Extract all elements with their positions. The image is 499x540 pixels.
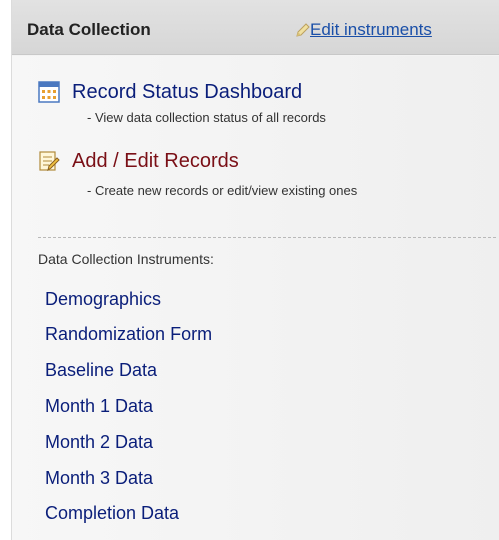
instrument-baseline-data[interactable]: Baseline Data xyxy=(45,360,157,381)
instrument-month-1-data[interactable]: Month 1 Data xyxy=(45,396,153,417)
add-edit-records-link[interactable]: Add / Edit Records xyxy=(72,150,239,173)
panel-header: Data Collection Edit instruments xyxy=(12,0,499,55)
table-grid-icon[interactable] xyxy=(38,81,60,103)
instrument-completion-data[interactable]: Completion Data xyxy=(45,503,179,524)
record-status-dashboard-link[interactable]: Record Status Dashboard xyxy=(72,81,302,104)
edit-document-icon[interactable] xyxy=(38,150,60,172)
instrument-month-3-data[interactable]: Month 3 Data xyxy=(45,468,153,489)
panel-title: Data Collection xyxy=(27,20,151,39)
panel-body: Record Status Dashboard - View data coll… xyxy=(12,56,499,540)
data-collection-panel: Data Collection Edit instruments Record … xyxy=(11,0,499,540)
instrument-month-2-data[interactable]: Month 2 Data xyxy=(45,432,153,453)
instrument-demographics[interactable]: Demographics xyxy=(45,289,161,310)
edit-instruments-link[interactable]: Edit instruments xyxy=(310,20,432,40)
instruments-section-label: Data Collection Instruments: xyxy=(38,251,214,267)
record-status-dashboard-description: - View data collection status of all rec… xyxy=(87,110,326,125)
add-edit-records-description: - Create new records or edit/view existi… xyxy=(87,183,358,198)
pencil-icon xyxy=(296,23,310,37)
section-divider xyxy=(38,237,496,238)
instrument-randomization-form[interactable]: Randomization Form xyxy=(45,324,212,345)
